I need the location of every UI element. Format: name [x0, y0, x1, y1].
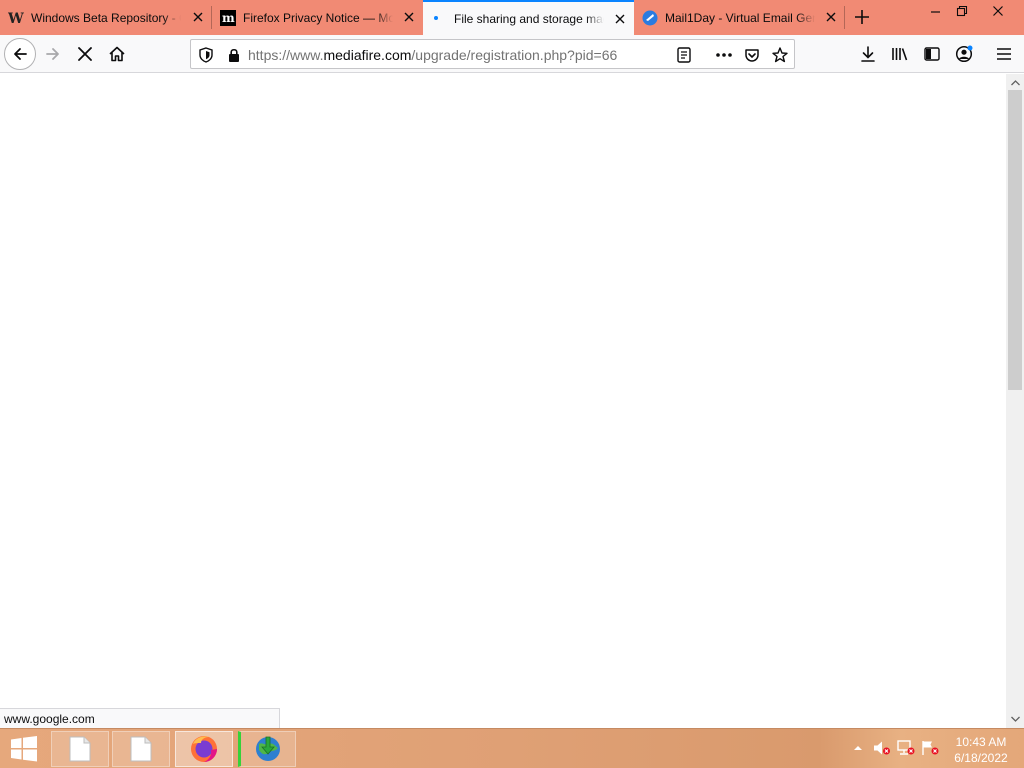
clock-time: 10:43 AM [955, 735, 1007, 749]
tab-file-sharing[interactable]: File sharing and storage mad [423, 0, 634, 35]
taskbar-blank-document[interactable] [112, 731, 170, 767]
taskbar-blank-document[interactable] [51, 731, 109, 767]
action-center-flag-icon[interactable] [921, 739, 939, 757]
forward-button[interactable] [37, 38, 69, 70]
close-window-button[interactable] [982, 0, 1014, 22]
pocket-icon[interactable] [743, 46, 761, 64]
scrollbar-thumb[interactable] [1008, 90, 1022, 390]
taskbar-internet-download-manager[interactable] [238, 731, 296, 767]
show-hidden-icons-arrow-icon[interactable] [849, 739, 867, 757]
blank-document-icon [130, 736, 152, 762]
clock-date: 6/18/2022 [954, 751, 1008, 765]
scroll-up-arrow-icon[interactable] [1010, 78, 1020, 88]
network-disconnected-icon[interactable] [897, 739, 915, 757]
navigation-toolbar: https://www.mediafire.com/upgrade/regist… [0, 35, 1024, 73]
start-button[interactable] [4, 733, 44, 765]
home-button[interactable] [101, 38, 133, 70]
tab-title: Firefox Privacy Notice — Mo [243, 10, 393, 25]
tab-windows-beta-repository[interactable]: W Windows Beta Repository - C [0, 0, 212, 35]
close-tab-icon[interactable] [823, 9, 839, 25]
stop-loading-button[interactable] [69, 38, 101, 70]
globe-download-icon [256, 736, 280, 761]
lock-icon[interactable] [225, 46, 243, 64]
svg-text:W: W [8, 11, 24, 26]
address-bar[interactable]: https://www.mediafire.com/upgrade/regist… [190, 39, 795, 69]
status-panel: www.google.com [0, 708, 280, 728]
blank-document-icon [69, 736, 91, 762]
wikipedia-icon: W [8, 10, 24, 26]
reader-view-icon[interactable] [675, 46, 693, 64]
mozilla-icon: m [220, 9, 236, 26]
loading-dot-icon [431, 11, 447, 27]
windows-logo-icon [11, 736, 37, 762]
tab-firefox-privacy-notice[interactable]: m Firefox Privacy Notice — Mo [212, 0, 423, 35]
page-content [0, 74, 1006, 728]
downloads-icon[interactable] [858, 44, 878, 64]
volume-muted-icon[interactable] [873, 739, 891, 757]
mail1day-icon [642, 10, 658, 26]
firefox-icon [191, 736, 217, 762]
taskbar-firefox[interactable] [175, 731, 233, 767]
close-tab-icon[interactable] [612, 11, 628, 27]
tab-title: Mail1Day - Virtual Email Gen [665, 10, 815, 25]
system-clock[interactable]: 10:43 AM 6/18/2022 [946, 734, 1016, 766]
back-button[interactable] [4, 38, 36, 70]
tab-title: Windows Beta Repository - C [31, 10, 181, 25]
taskbar: 10:43 AM 6/18/2022 [0, 728, 1024, 768]
hamburger-menu-icon[interactable] [994, 44, 1014, 64]
tab-strip: W Windows Beta Repository - C m Firefox … [0, 0, 1024, 35]
svg-text:m: m [222, 11, 235, 25]
close-tab-icon[interactable] [401, 9, 417, 25]
tab-title: File sharing and storage mad [454, 11, 604, 26]
shield-icon[interactable] [197, 46, 215, 64]
restore-window-button[interactable] [946, 0, 978, 22]
bookmark-star-icon[interactable] [771, 46, 789, 64]
new-tab-button[interactable] [848, 5, 876, 29]
library-icon[interactable] [890, 44, 910, 64]
url-text[interactable]: https://www.mediafire.com/upgrade/regist… [248, 47, 617, 63]
tab-mail1day[interactable]: Mail1Day - Virtual Email Gen [634, 0, 845, 35]
page-actions-menu-icon[interactable] [715, 46, 733, 64]
account-icon[interactable] [954, 44, 974, 64]
vertical-scrollbar[interactable] [1006, 74, 1024, 728]
close-tab-icon[interactable] [190, 9, 206, 25]
sidebar-icon[interactable] [922, 44, 942, 64]
scroll-down-arrow-icon[interactable] [1010, 714, 1020, 724]
